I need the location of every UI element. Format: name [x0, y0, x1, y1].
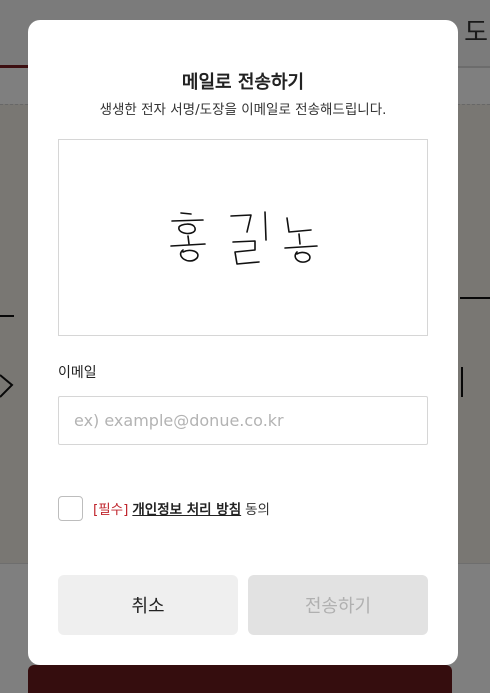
send-button[interactable]: 전송하기	[248, 575, 428, 635]
privacy-agreement-row: [필수] 개인정보 처리 방침 동의	[58, 495, 270, 521]
modal-subtitle: 생생한 전자 서명/도장을 이메일로 전송해드립니다.	[99, 102, 387, 118]
privacy-policy-link[interactable]: 개인정보 처리 방침	[132, 502, 241, 518]
email-label: 이메일	[58, 365, 97, 381]
email-input[interactable]	[58, 396, 428, 445]
privacy-agree-checkbox[interactable]	[58, 495, 83, 521]
signature-image	[170, 211, 318, 265]
agree-suffix: 동의	[245, 502, 270, 518]
privacy-agree-text: [필수] 개인정보 처리 방침 동의	[93, 498, 270, 518]
required-tag: [필수]	[93, 502, 129, 518]
signature-preview	[58, 139, 428, 336]
modal-title: 메일로 전송하기	[181, 72, 305, 93]
cancel-button[interactable]: 취소	[58, 575, 238, 635]
email-send-modal: 메일로 전송하기 생생한 전자 서명/도장을 이메일로 전송해드립니다. 이메일…	[28, 20, 458, 665]
